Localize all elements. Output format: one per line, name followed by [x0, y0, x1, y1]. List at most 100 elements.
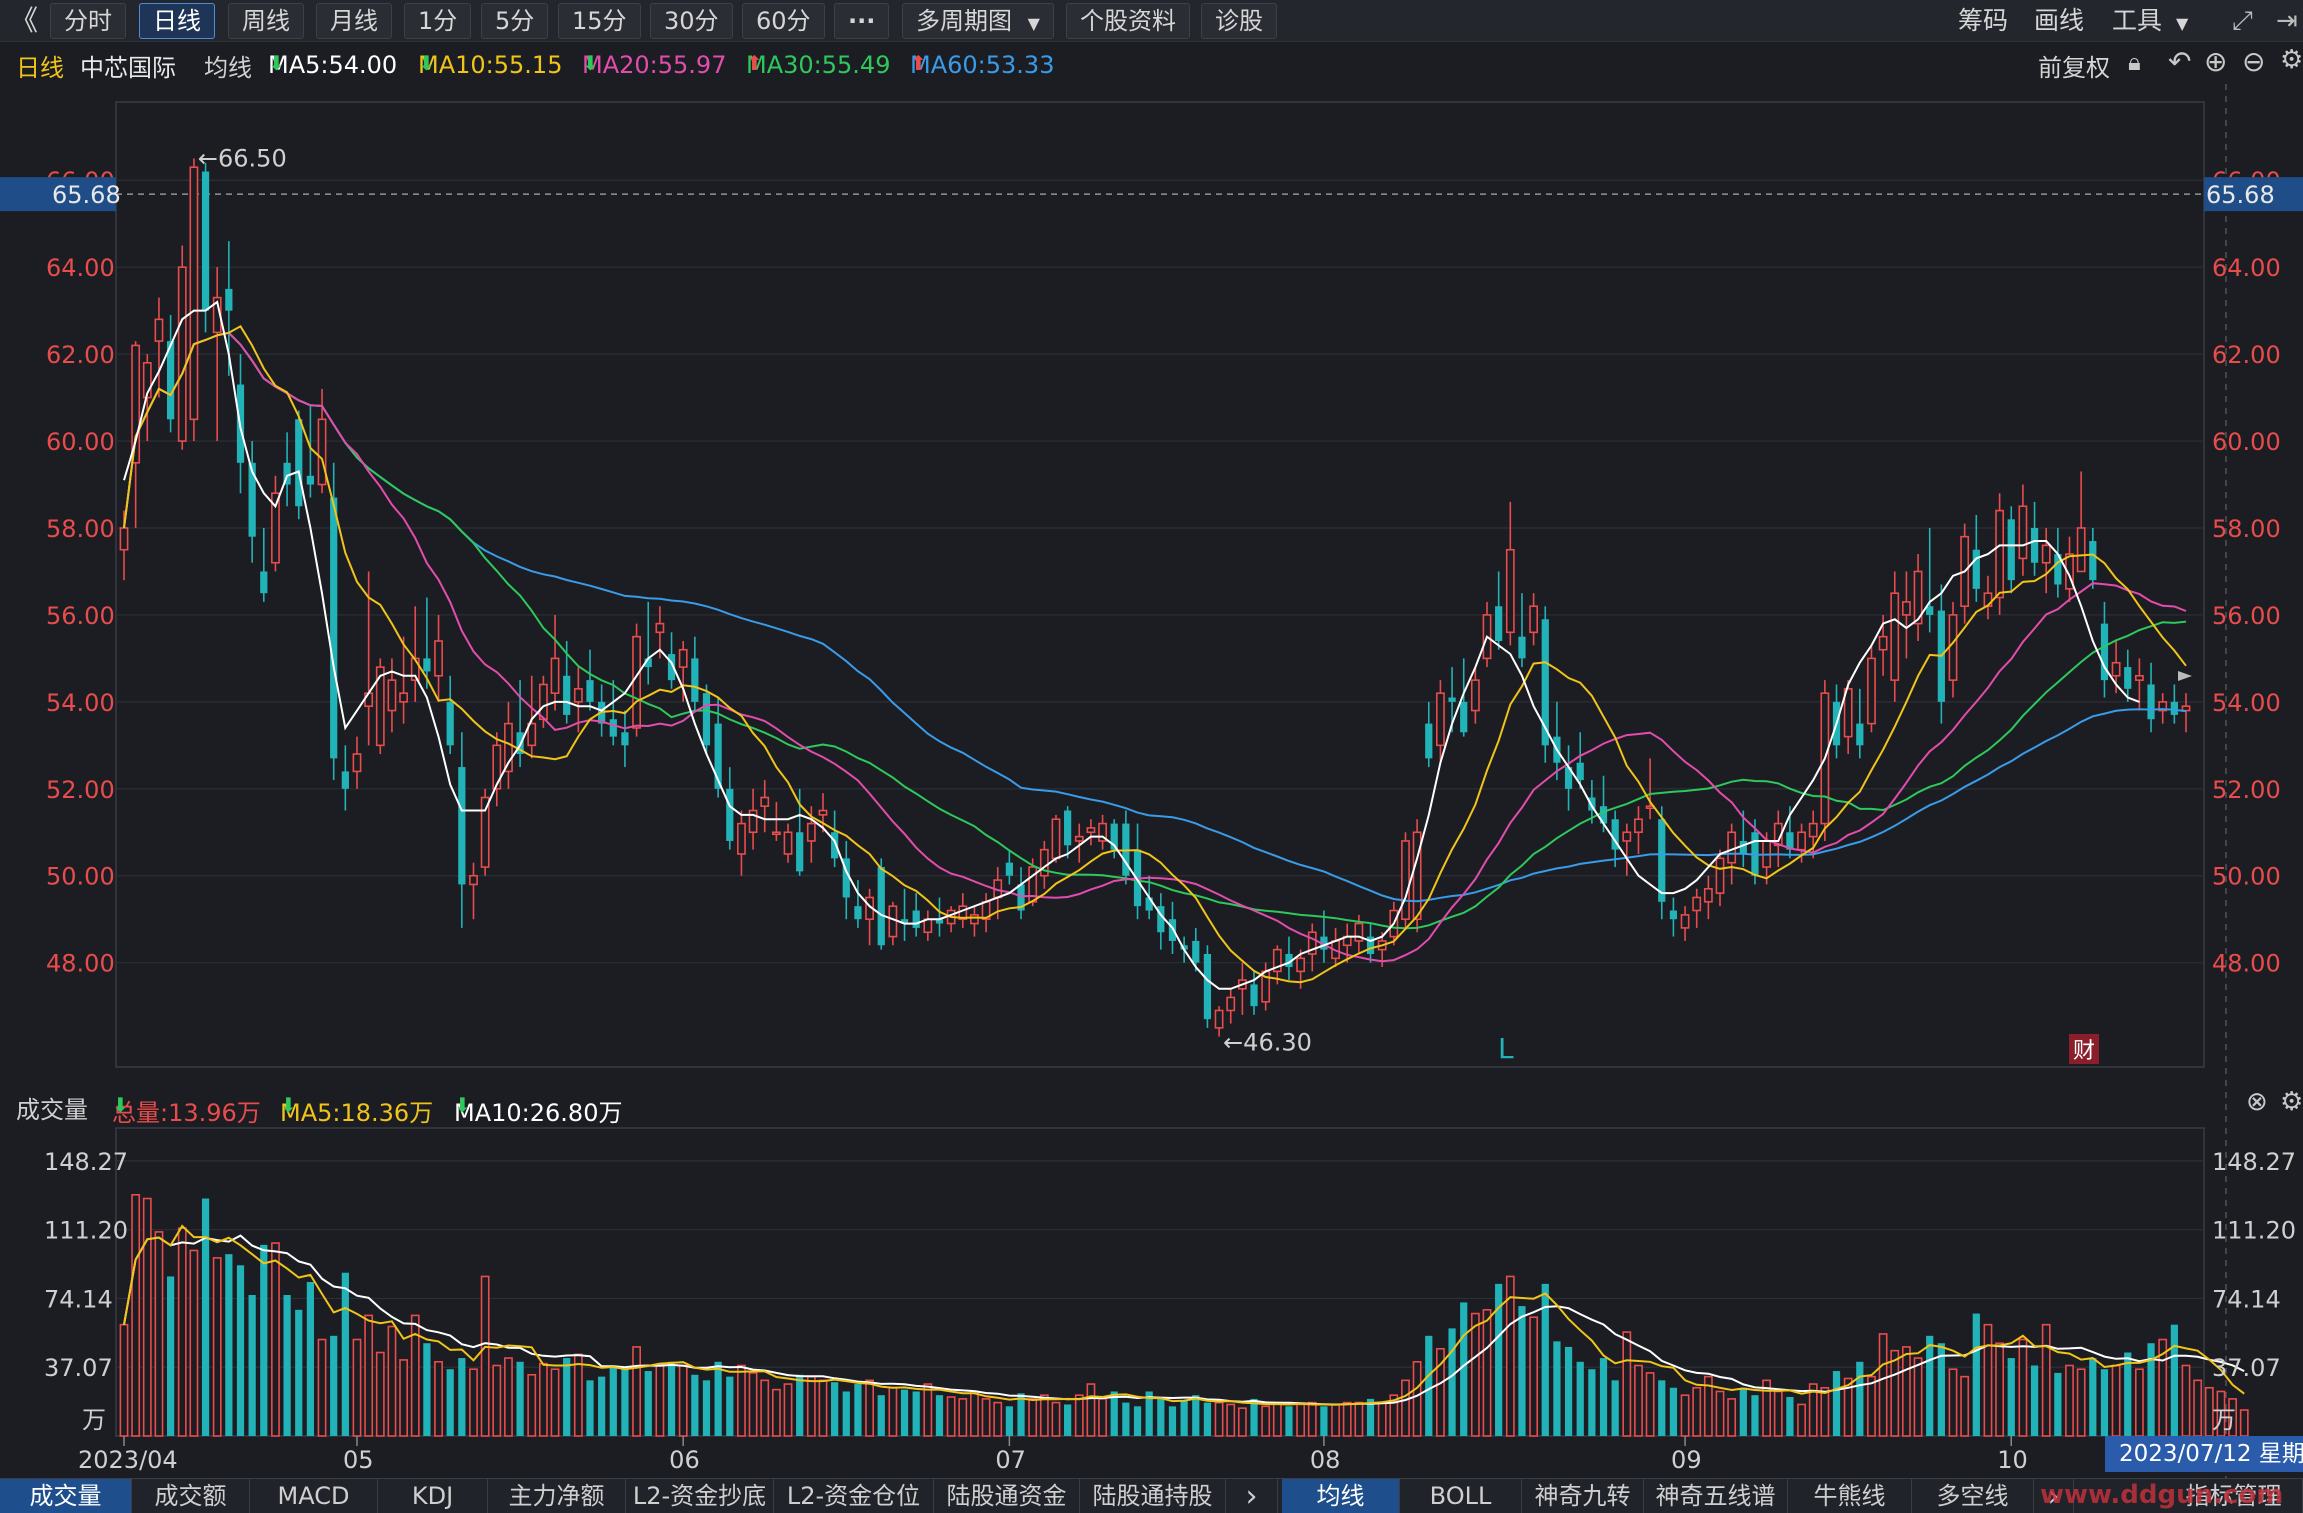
- candle-body-down: [1145, 897, 1153, 911]
- volume-bar-up: [573, 1353, 583, 1437]
- candle-body-down: [586, 680, 594, 702]
- volume-bar-down: [714, 1361, 722, 1436]
- volume-bar-down: [935, 1395, 944, 1436]
- tab-northbound-funds[interactable]: 陆股通资金: [934, 1479, 1080, 1513]
- tab-ma[interactable]: 均线: [1282, 1479, 1400, 1513]
- volume-bar-up: [1634, 1364, 1643, 1437]
- volume-bar-up: [1214, 1401, 1224, 1437]
- candle-body-down: [423, 658, 431, 672]
- price-tick-label: 54.00: [46, 689, 115, 717]
- tab-magic-nine[interactable]: 神奇九转: [1522, 1479, 1644, 1513]
- price-tick-label: 52.00: [2212, 776, 2281, 804]
- volume-bar-up: [1983, 1323, 1993, 1437]
- volume-bar-up: [1680, 1394, 1690, 1437]
- volume-bar-down: [283, 1294, 291, 1436]
- volume-bar-down: [831, 1382, 839, 1436]
- volume-bar-up: [2181, 1364, 2191, 1437]
- volume-bar-down: [667, 1361, 676, 1436]
- candle-body-down: [1495, 606, 1503, 642]
- volume-bar-down: [609, 1365, 617, 1436]
- price-tick-label: 48.00: [46, 950, 115, 978]
- candle-body-down: [1005, 862, 1013, 876]
- volume-bar-down: [1553, 1341, 1561, 1436]
- candle-body-up: [1797, 831, 1806, 851]
- candle-body-up: [1995, 509, 2005, 599]
- tab-bull-bear[interactable]: 牛熊线: [1788, 1479, 1912, 1513]
- volume-bar-down: [2007, 1358, 2015, 1436]
- tabs-next-button[interactable]: ›: [1226, 1479, 1278, 1513]
- volume-bar-down: [516, 1361, 524, 1436]
- candle-body-up: [573, 688, 583, 703]
- candle-body-up: [538, 683, 548, 721]
- volume-bar-up: [970, 1390, 979, 1437]
- stock-chart[interactable]: 66.0064.0062.0060.0058.0056.0054.0052.00…: [0, 0, 2303, 1478]
- candle-body-up: [1436, 692, 1445, 747]
- volume-bar-down: [1064, 1404, 1072, 1436]
- volume-bar-up: [131, 1193, 141, 1437]
- candle-body-up: [1622, 831, 1632, 842]
- volume-tick-label: 37.07: [2212, 1354, 2281, 1382]
- volume-bar-down: [2170, 1324, 2178, 1436]
- current-price-value-right: 65.68: [2206, 181, 2275, 209]
- candle-body-down: [2030, 527, 2039, 563]
- volume-bar-down: [586, 1380, 594, 1436]
- tab-macd[interactable]: MACD: [250, 1479, 378, 1513]
- volume-bar-up: [177, 1227, 187, 1437]
- volume-bar-up: [1797, 1403, 1806, 1437]
- candle-body-up: [888, 905, 898, 938]
- time-tick-label: 10: [1997, 1446, 2028, 1474]
- candle-body-down: [260, 571, 268, 594]
- candle-body-up: [1703, 887, 1713, 903]
- time-tick-label: 07: [995, 1446, 1026, 1474]
- candle-body-down: [2007, 519, 2015, 581]
- volume-bar-down: [1157, 1398, 1165, 1436]
- volume-bar-up: [142, 1197, 152, 1437]
- tab-l2-position[interactable]: L2-资金仓位: [774, 1479, 934, 1513]
- volume-bar-up: [1401, 1379, 1410, 1437]
- tab-boll[interactable]: BOLL: [1400, 1479, 1522, 1513]
- left-arrow-icon: ←: [1223, 1029, 1243, 1057]
- tab-l2-bottom[interactable]: L2-资金抄底: [626, 1479, 774, 1513]
- volume-bar-down: [1122, 1402, 1130, 1436]
- tab-kdj[interactable]: KDJ: [378, 1479, 488, 1513]
- candle-body-down: [1064, 810, 1072, 846]
- tab-northbound-holdings[interactable]: 陆股通持股: [1080, 1479, 1226, 1513]
- volume-bar-down: [644, 1371, 652, 1436]
- volume-bar-up: [748, 1372, 758, 1437]
- low-price-marker: ←46.30: [1223, 1029, 1312, 1057]
- volume-bar-up: [1995, 1342, 2005, 1437]
- candle-body-up: [970, 914, 979, 925]
- candle-body-up: [177, 266, 187, 442]
- candle-body-down: [306, 475, 315, 485]
- volume-bar-down: [900, 1389, 909, 1436]
- volume-bar-up: [352, 1338, 362, 1437]
- candle-body-up: [480, 796, 490, 868]
- tab-magic-five-lines[interactable]: 神奇五线谱: [1644, 1479, 1788, 1513]
- volume-bar-down: [458, 1358, 466, 1436]
- time-tick-label: 2023/04: [78, 1446, 178, 1474]
- volume-bar-up: [1960, 1375, 1970, 1437]
- volume-bar-up: [1645, 1372, 1655, 1437]
- volume-bar-up: [469, 1368, 478, 1437]
- candle-body-down: [1250, 984, 1258, 1007]
- tab-long-short[interactable]: 多空线: [1912, 1479, 2034, 1513]
- tab-turnover[interactable]: 成交额: [132, 1479, 250, 1513]
- volume-bar-up: [1727, 1398, 1737, 1437]
- tab-volume[interactable]: 成交量: [0, 1479, 132, 1513]
- candle-body-down: [1425, 723, 1433, 759]
- candle-body-up: [434, 640, 443, 677]
- current-date-tag: 2023/07/12 星期: [2105, 1436, 2303, 1472]
- volume-bar-up: [888, 1386, 898, 1437]
- tab-main-net[interactable]: 主力净额: [488, 1479, 626, 1513]
- candle-body-down: [2089, 541, 2097, 581]
- left-arrow-icon: ←: [198, 145, 218, 173]
- volume-bar-up: [1820, 1386, 1830, 1437]
- volume-bar-down: [1926, 1335, 1934, 1436]
- candle-body-down: [1658, 819, 1666, 902]
- high-price-marker: ←66.50: [198, 145, 287, 173]
- candle-body-down: [1926, 606, 1934, 615]
- signal-mark[interactable]: L: [1498, 1032, 1514, 1065]
- volume-bar-down: [2054, 1372, 2062, 1436]
- volume-bar-up: [271, 1242, 280, 1437]
- volume-bar-up: [527, 1373, 537, 1437]
